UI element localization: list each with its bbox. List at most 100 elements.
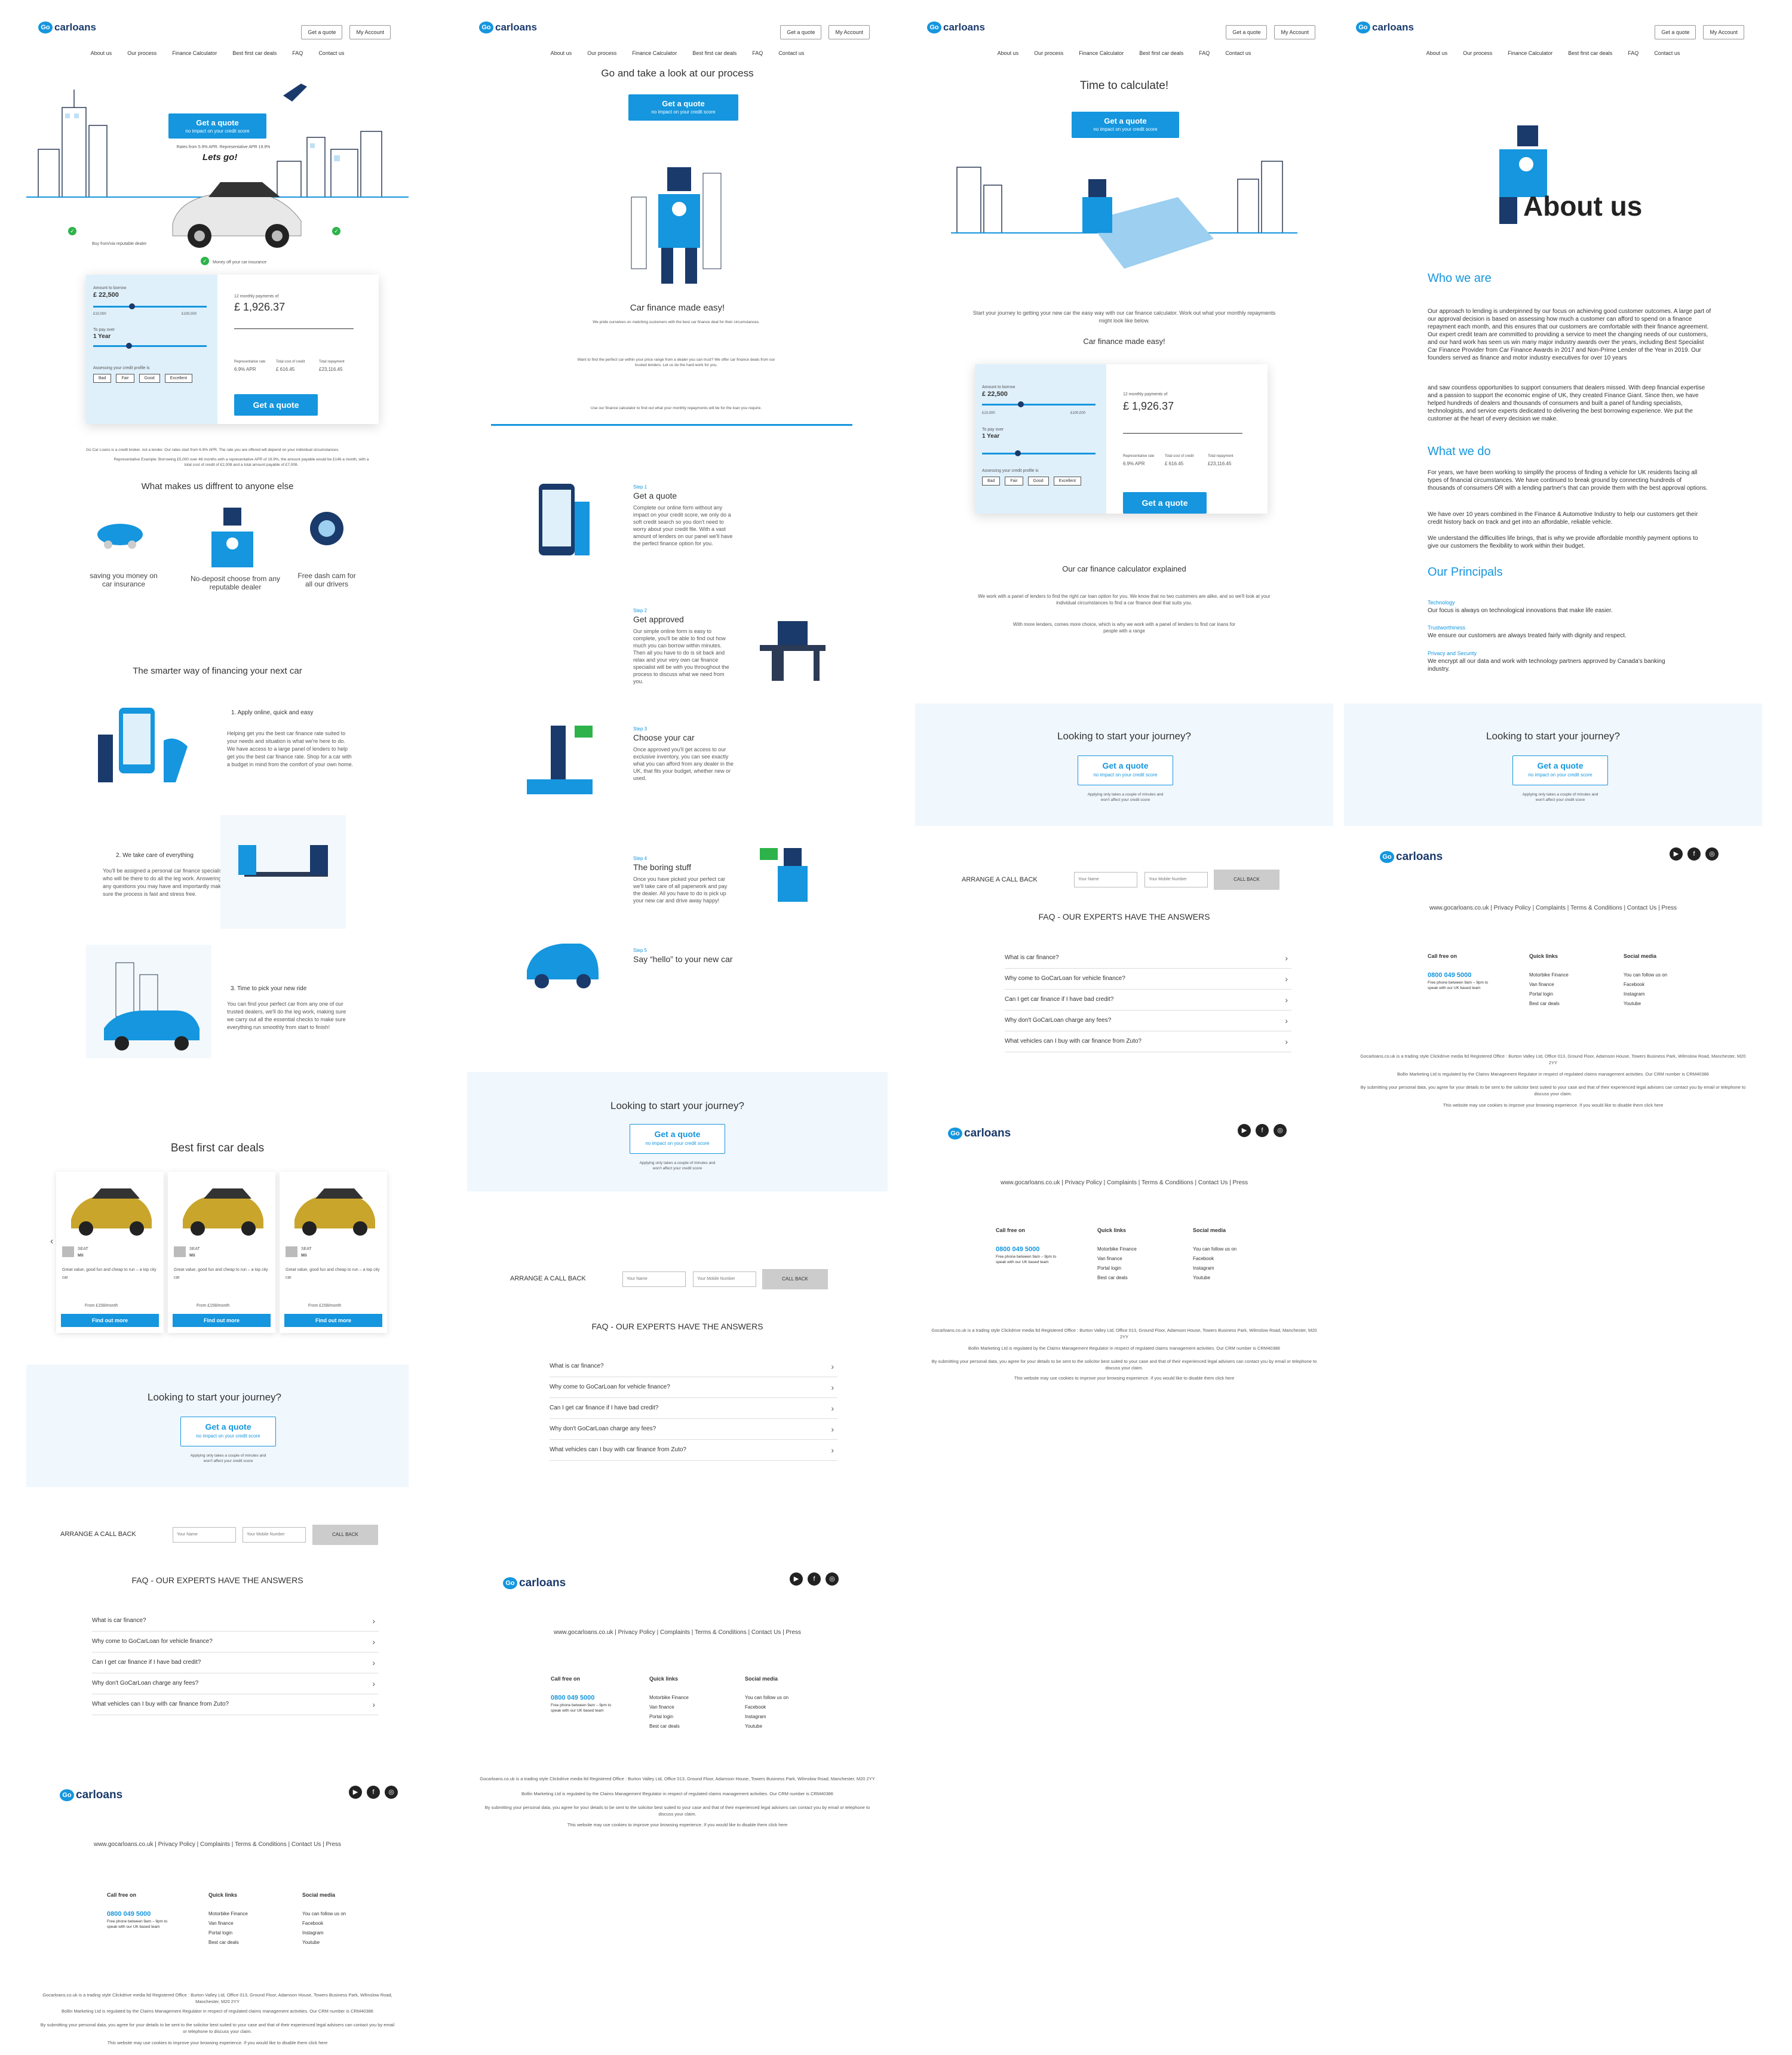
- deal-card[interactable]: SEAT Mii Great value, good fun and cheap…: [168, 1172, 275, 1333]
- menu-item-process[interactable]: Our process: [1463, 50, 1492, 57]
- footer-link[interactable]: Motorbike Finance: [208, 1909, 248, 1919]
- footer-link[interactable]: Portal login: [1529, 990, 1569, 999]
- footer-link[interactable]: Van finance: [649, 1703, 689, 1712]
- faq-item[interactable]: What is car finance? ›: [550, 1357, 837, 1377]
- menu-item-faq[interactable]: FAQ: [1628, 50, 1638, 57]
- callback-phone-input[interactable]: Your Mobile Number: [693, 1271, 756, 1287]
- footer-link[interactable]: Best car deals: [1529, 999, 1569, 1009]
- callback-phone-input[interactable]: Your Mobile Number: [243, 1527, 306, 1543]
- calc-page-get-quote-button[interactable]: Get a quote no impact on your credit scor…: [1072, 112, 1179, 138]
- youtube-icon[interactable]: ▶: [1238, 1124, 1251, 1137]
- youtube-icon[interactable]: ▶: [790, 1572, 803, 1586]
- faq-item[interactable]: Why don't GoCarLoan charge any fees? ›: [550, 1420, 837, 1440]
- footer-link[interactable]: Portal login: [649, 1712, 689, 1722]
- menu-item-process[interactable]: Our process: [587, 50, 616, 57]
- profile-option-bad[interactable]: Bad: [982, 477, 1001, 486]
- my-account-button[interactable]: My Account: [1274, 25, 1315, 39]
- footer-links[interactable]: www.gocarloans.co.uk | Privacy Policy | …: [26, 1841, 409, 1848]
- journey-get-quote-button[interactable]: Get a quote no impact on your credit scor…: [180, 1417, 276, 1446]
- faq-item[interactable]: Why don't GoCarLoan charge any fees? ›: [1005, 1011, 1291, 1031]
- my-account-button[interactable]: My Account: [1703, 25, 1744, 39]
- footer-link[interactable]: Instagram: [1193, 1264, 1236, 1273]
- youtube-icon[interactable]: ▶: [1670, 847, 1683, 861]
- logo[interactable]: Go carloans: [38, 21, 96, 33]
- menu-item-contact[interactable]: Contact us: [778, 50, 804, 57]
- instagram-icon[interactable]: ◎: [826, 1572, 839, 1586]
- menu-item-about[interactable]: About us: [551, 50, 572, 57]
- callback-phone-input[interactable]: Your Mobile Number: [1144, 872, 1208, 887]
- callback-name-input[interactable]: Your Name: [622, 1271, 686, 1287]
- profile-option-fair[interactable]: Fair: [1005, 477, 1023, 486]
- process-get-quote-button[interactable]: Get a quote no impact on your credit scor…: [628, 94, 738, 121]
- term-slider[interactable]: [93, 343, 207, 349]
- faq-item[interactable]: Why don't GoCarLoan charge any fees? ›: [92, 1674, 379, 1694]
- callback-button[interactable]: CALL BACK: [762, 1269, 828, 1289]
- menu-item-faq[interactable]: FAQ: [1199, 50, 1210, 57]
- footer-link[interactable]: Youtube: [1193, 1273, 1236, 1283]
- menu-item-deals[interactable]: Best first car deals: [1139, 50, 1183, 57]
- footer-logo[interactable]: Go carloans: [1380, 850, 1443, 864]
- nav-get-quote-button[interactable]: Get a quote: [780, 25, 822, 39]
- faq-item[interactable]: What vehicles can I buy with car finance…: [92, 1695, 379, 1715]
- journey-get-quote-button[interactable]: Get a quote no impact on your credit scor…: [1512, 755, 1608, 785]
- calculator-get-quote-button[interactable]: Get a quote: [1123, 492, 1207, 514]
- footer-logo[interactable]: Go carloans: [60, 1789, 122, 1802]
- profile-option-fair[interactable]: Fair: [116, 374, 134, 383]
- menu-item-calculator[interactable]: Finance Calculator: [1079, 50, 1124, 57]
- menu-item-faq[interactable]: FAQ: [752, 50, 763, 57]
- term-slider[interactable]: [982, 450, 1096, 456]
- profile-option-bad[interactable]: Bad: [93, 374, 112, 383]
- footer-links[interactable]: www.gocarloans.co.uk | Privacy Policy | …: [1344, 905, 1762, 911]
- faq-item[interactable]: What is car finance? ›: [1005, 948, 1291, 969]
- logo[interactable]: Go carloans: [1356, 21, 1414, 33]
- slider-handle[interactable]: [126, 343, 132, 349]
- nav-get-quote-button[interactable]: Get a quote: [1226, 25, 1268, 39]
- footer-link[interactable]: Best car deals: [208, 1938, 248, 1948]
- footer-link[interactable]: Facebook: [302, 1919, 346, 1928]
- slider-handle[interactable]: [1018, 401, 1024, 407]
- faq-item[interactable]: Can I get car finance if I have bad cred…: [550, 1399, 837, 1419]
- menu-item-calculator[interactable]: Finance Calculator: [172, 50, 217, 57]
- footer-link[interactable]: Youtube: [745, 1722, 788, 1731]
- footer-link[interactable]: Instagram: [745, 1712, 788, 1722]
- hero-get-quote-button[interactable]: Get a quote no impact on your credit scor…: [168, 113, 266, 139]
- phone-number[interactable]: 0800 049 5000: [1428, 970, 1499, 980]
- profile-option-excellent[interactable]: Excellent: [1053, 477, 1082, 486]
- footer-link[interactable]: Motorbike Finance: [649, 1693, 689, 1703]
- menu-item-calculator[interactable]: Finance Calculator: [1508, 50, 1552, 57]
- profile-option-excellent[interactable]: Excellent: [164, 374, 193, 383]
- footer-link[interactable]: Youtube: [302, 1938, 346, 1948]
- journey-get-quote-button[interactable]: Get a quote no impact on your credit scor…: [630, 1124, 725, 1154]
- footer-link[interactable]: Instagram: [1624, 990, 1667, 999]
- menu-item-process[interactable]: Our process: [1034, 50, 1063, 57]
- slider-handle[interactable]: [129, 303, 135, 309]
- facebook-icon[interactable]: f: [808, 1572, 821, 1586]
- deal-card[interactable]: SEAT Mii Great value, good fun and cheap…: [280, 1172, 387, 1333]
- footer-link[interactable]: Facebook: [1193, 1254, 1236, 1264]
- instagram-icon[interactable]: ◎: [1274, 1124, 1287, 1137]
- my-account-button[interactable]: My Account: [829, 25, 870, 39]
- menu-item-deals[interactable]: Best first car deals: [692, 50, 737, 57]
- amount-slider[interactable]: [93, 303, 207, 309]
- logo[interactable]: Go carloans: [927, 21, 985, 33]
- faq-item[interactable]: Why come to GoCarLoan for vehicle financ…: [1005, 969, 1291, 990]
- menu-item-contact[interactable]: Contact us: [1654, 50, 1680, 57]
- slider-handle[interactable]: [1015, 450, 1021, 456]
- faq-item[interactable]: What vehicles can I buy with car finance…: [550, 1440, 837, 1461]
- footer-link[interactable]: Best car deals: [1097, 1273, 1137, 1283]
- find-out-more-button[interactable]: Find out more: [61, 1314, 159, 1327]
- footer-link[interactable]: Van finance: [1097, 1254, 1137, 1264]
- amount-slider[interactable]: [982, 401, 1096, 407]
- footer-link[interactable]: Facebook: [1624, 980, 1667, 990]
- footer-link[interactable]: Portal login: [1097, 1264, 1137, 1273]
- find-out-more-button[interactable]: Find out more: [284, 1314, 382, 1327]
- footer-link[interactable]: Van finance: [1529, 980, 1569, 990]
- menu-item-about[interactable]: About us: [1426, 50, 1448, 57]
- callback-button[interactable]: CALL BACK: [1214, 870, 1279, 890]
- menu-item-contact[interactable]: Contact us: [318, 50, 344, 57]
- instagram-icon[interactable]: ◎: [385, 1786, 398, 1799]
- footer-link[interactable]: Instagram: [302, 1928, 346, 1938]
- footer-link[interactable]: Youtube: [1624, 999, 1667, 1009]
- menu-item-faq[interactable]: FAQ: [292, 50, 303, 57]
- faq-item[interactable]: Why come to GoCarLoan for vehicle financ…: [550, 1378, 837, 1398]
